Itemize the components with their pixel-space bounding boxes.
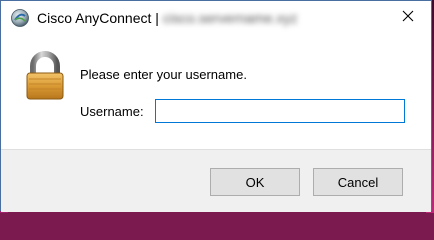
ok-button[interactable]: OK	[210, 168, 300, 196]
title-bar[interactable]: Cisco AnyConnect | cisco.servername.xyz	[1, 1, 431, 37]
cancel-button[interactable]: Cancel	[313, 168, 403, 196]
close-icon	[402, 9, 414, 27]
cisco-anyconnect-icon	[11, 9, 29, 27]
window-title-host: cisco.servername.xyz	[162, 10, 298, 26]
login-dialog: Cisco AnyConnect |cisco.servername.xyz	[0, 0, 432, 212]
username-input[interactable]	[155, 99, 405, 123]
dialog-content: Please enter your username. Username:	[1, 37, 431, 149]
prompt-text: Please enter your username.	[80, 67, 247, 82]
window-title: Cisco AnyConnect | cisco.servername.xyz	[37, 10, 298, 26]
username-label: Username:	[80, 104, 144, 119]
dialog-footer: OK Cancel	[1, 149, 431, 212]
close-button[interactable]	[385, 1, 431, 35]
padlock-icon	[23, 51, 67, 101]
window-title-app: Cisco AnyConnect |	[37, 10, 159, 26]
